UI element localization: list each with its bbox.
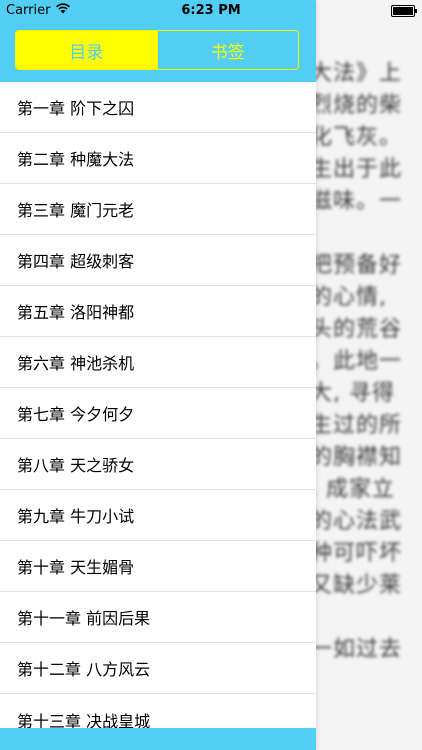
chapter-item[interactable]: 第七章 今夕何夕 (0, 388, 316, 439)
reader-line: 的心法武 (310, 509, 403, 534)
reader-line: 的胸襟知 (310, 445, 403, 470)
segmented-control: 目录 书签 (15, 30, 299, 70)
chapter-item[interactable]: 第四章 超级刺客 (0, 235, 316, 286)
battery-icon (391, 5, 417, 17)
chapter-item[interactable]: 第八章 天之骄女 (0, 439, 316, 490)
chapter-item[interactable]: 第二章 种魔大法 (0, 133, 316, 184)
reader-text: 大法》上 烈烧的柴 化飞灰。 生出于此 滋味。一 把预备好 的心情, 头的荒谷 … (310, 58, 422, 666)
reader-line: 生出于此 (310, 157, 403, 182)
reader-page: 大法》上 烈烧的柴 化飞灰。 生出于此 滋味。一 把预备好 的心情, 头的荒谷 … (300, 0, 422, 750)
tab-contents[interactable]: 目录 (16, 31, 157, 69)
chapter-item[interactable]: 第十二章 八方风云 (0, 643, 316, 694)
chapter-item[interactable]: 第十章 天生媚骨 (0, 541, 316, 592)
chapter-item[interactable]: 第一章 阶下之囚 (0, 82, 316, 133)
reader-line: 。此地一 (310, 349, 403, 374)
reader-line: 又缺少莱 (310, 573, 403, 598)
reader-line: 把预备好 (310, 253, 403, 278)
tab-bookmarks[interactable]: 书签 (156, 31, 298, 69)
chapter-item[interactable]: 第十一章 前因后果 (0, 592, 316, 643)
reader-line: 滋味。一 (310, 189, 403, 214)
clock-label: 6:23 PM (181, 3, 241, 18)
reader-line: 一如过去 (310, 637, 403, 662)
chapter-item[interactable]: 第五章 洛阳神都 (0, 286, 316, 337)
chapter-item[interactable]: 第九章 牛刀小试 (0, 490, 316, 541)
toc-footer (0, 728, 316, 750)
chapter-list: 第一章 阶下之囚 第二章 种魔大法 第三章 魔门元老 第四章 超级刺客 第五章 … (0, 82, 316, 728)
chapter-item[interactable]: 第六章 神池杀机 (0, 337, 316, 388)
reader-line: , 成家立 (310, 477, 395, 502)
toc-panel: 目录 书签 第一章 阶下之囚 第二章 种魔大法 第三章 魔门元老 第四章 超级刺… (0, 0, 316, 750)
reader-line: 化飞灰。 (310, 125, 403, 150)
chapter-item[interactable]: 第十三章 决战皇城 (0, 694, 316, 729)
reader-line: 的心情, (310, 285, 387, 310)
reader-line: 烈烧的柴 (310, 93, 403, 118)
reader-gap (310, 218, 422, 250)
reader-line: 种可吓坏 (310, 541, 403, 566)
status-bar: Carrier 6:23 PM (0, 0, 422, 22)
reader-line: 头的荒谷 (310, 317, 403, 342)
chapter-item[interactable]: 第三章 魔门元老 (0, 184, 316, 235)
reader-line: 生过的所 (310, 413, 403, 438)
reader-line: 大, 寻得 (310, 381, 395, 406)
reader-line: 大法》上 (310, 61, 403, 86)
reader-gap (310, 602, 422, 634)
